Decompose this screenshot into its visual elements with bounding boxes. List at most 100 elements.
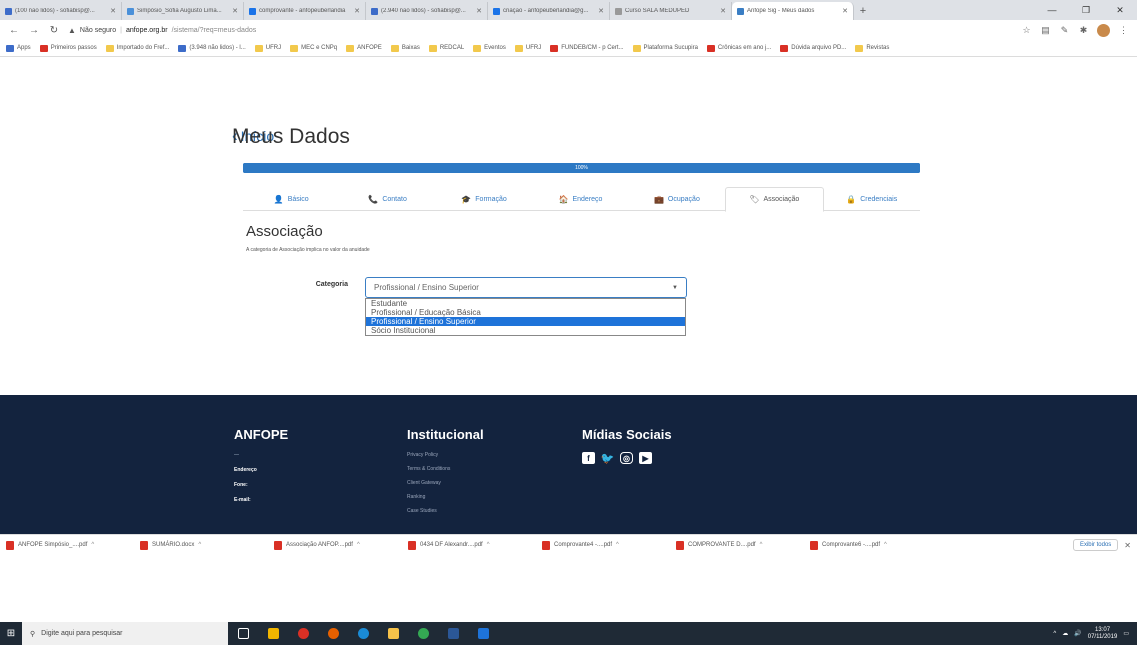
- tab-credenciais[interactable]: 🔒 Credenciais: [824, 187, 920, 211]
- star-icon[interactable]: ☆: [1021, 25, 1032, 36]
- bookmark-item[interactable]: Revistas: [855, 44, 889, 52]
- instagram-icon[interactable]: ◎: [620, 452, 633, 464]
- chevron-up-icon[interactable]: ^: [91, 542, 94, 548]
- forward-icon[interactable]: →: [28, 25, 40, 36]
- new-tab-button[interactable]: +: [854, 2, 872, 20]
- category-option[interactable]: Profissional / Ensino Superior: [366, 317, 685, 326]
- browser-tab[interactable]: Curso SALA MEDUPED ✕: [610, 2, 732, 20]
- download-item[interactable]: 0434 DF Alexandr....pdf ^: [408, 540, 536, 550]
- footer-link-terms[interactable]: Terms & Conditions: [407, 466, 484, 480]
- menu-icon[interactable]: ⋮: [1118, 25, 1129, 36]
- bookmark-item[interactable]: Crônicas em ano j...: [706, 44, 771, 52]
- tab-basico[interactable]: 👤 Básico: [243, 187, 339, 211]
- chevron-up-icon[interactable]: ^: [884, 542, 887, 548]
- edge-icon[interactable]: [348, 622, 378, 645]
- browser-tab[interactable]: Anfope Sig - Meus dados ✕: [732, 2, 854, 20]
- bookmark-item[interactable]: ANFOPE: [346, 44, 382, 52]
- network-icon[interactable]: ☁: [1062, 630, 1068, 637]
- browser-tab[interactable]: comprovante - anfopeuberlandia ✕: [244, 2, 366, 20]
- clock[interactable]: 13:07 07/11/2019: [1088, 627, 1118, 641]
- bookmark-item[interactable]: MEC e CNPq: [290, 44, 337, 52]
- browser-tab[interactable]: (2.940 não lidos) - sofiabisp@... ✕: [366, 2, 488, 20]
- firefox-icon[interactable]: [318, 622, 348, 645]
- download-item[interactable]: Comprovante4 -....pdf ^: [542, 540, 670, 550]
- chevron-up-icon[interactable]: ^: [198, 542, 201, 548]
- reload-icon[interactable]: ↻: [48, 25, 60, 36]
- tab-close-icon[interactable]: ✕: [720, 7, 726, 15]
- maximize-button[interactable]: ❐: [1069, 0, 1103, 20]
- task-view-icon[interactable]: [228, 622, 258, 645]
- twitter-icon[interactable]: 🐦: [601, 452, 615, 465]
- close-downloads-icon[interactable]: ✕: [1124, 541, 1131, 550]
- bookmark-item[interactable]: Plataforma Sucupira: [632, 44, 698, 52]
- show-all-downloads-button[interactable]: Exibir todos: [1072, 539, 1119, 551]
- download-item[interactable]: COMPROVANTE D....pdf ^: [676, 540, 804, 550]
- notifications-icon[interactable]: ▭: [1123, 630, 1129, 637]
- tab-endereco[interactable]: 🏠 Endereço: [532, 187, 628, 211]
- chrome-icon[interactable]: [288, 622, 318, 645]
- download-item[interactable]: ANFOPE Simpósio_....pdf ^: [6, 540, 134, 550]
- tab-contato[interactable]: 📞 Contato: [339, 187, 435, 211]
- extension-icon[interactable]: ▤: [1040, 25, 1051, 36]
- bookmark-item[interactable]: UFRJ: [254, 44, 281, 52]
- tab-ocupacao[interactable]: 💼 Ocupação: [629, 187, 725, 211]
- tab-close-icon[interactable]: ✕: [232, 7, 238, 15]
- windows-start-icon[interactable]: ⊞: [0, 622, 22, 645]
- category-option[interactable]: Profissional / Educação Básica: [366, 308, 685, 317]
- tab-close-icon[interactable]: ✕: [842, 7, 848, 15]
- bookmark-item[interactable]: FUNDEB/CM - p Cert...: [550, 44, 624, 52]
- bookmark-label: Apps: [17, 45, 31, 51]
- footer-link-case-studies[interactable]: Case Studies: [407, 508, 484, 522]
- bookmark-item[interactable]: Primeiros passos: [39, 44, 97, 52]
- footer-link-ranking[interactable]: Ranking: [407, 494, 484, 508]
- bookmark-item[interactable]: Baixas: [390, 44, 420, 52]
- close-window-button[interactable]: ✕: [1103, 0, 1137, 20]
- browser-tab[interactable]: (100 não lidos) - sofiabisp@... ✕: [0, 2, 122, 20]
- bookmark-item[interactable]: Apps: [6, 44, 31, 52]
- tab-close-icon[interactable]: ✕: [354, 7, 360, 15]
- bookmark-item[interactable]: Dúvida arquivo PD...: [780, 44, 846, 52]
- back-icon[interactable]: ←: [8, 25, 20, 36]
- pen-icon[interactable]: ✎: [1059, 25, 1070, 36]
- volume-icon[interactable]: 🔊: [1074, 630, 1081, 637]
- bookmark-item[interactable]: Eventos: [473, 44, 506, 52]
- taskbar-app-icon[interactable]: [258, 622, 288, 645]
- tab-close-icon[interactable]: ✕: [598, 7, 604, 15]
- file-icon: [140, 540, 148, 550]
- youtube-icon[interactable]: ▶: [639, 452, 652, 464]
- minimize-button[interactable]: —: [1035, 0, 1069, 20]
- chevron-up-icon[interactable]: ^: [616, 542, 619, 548]
- bookmark-item[interactable]: UFRJ: [514, 44, 541, 52]
- tab-associacao[interactable]: 🏷 Associação: [725, 187, 824, 212]
- bookmark-item[interactable]: Importado do Fref...: [105, 44, 169, 52]
- taskbar-app-icon-2[interactable]: [408, 622, 438, 645]
- tab-close-icon[interactable]: ✕: [110, 7, 116, 15]
- footer-link-privacy[interactable]: Privacy Policy: [407, 452, 484, 466]
- download-item[interactable]: SUMÁRIO.docx ^: [140, 540, 268, 550]
- word-icon[interactable]: [438, 622, 468, 645]
- tab-list: (100 não lidos) - sofiabisp@... ✕ Simpósio…: [0, 0, 854, 20]
- tab-formacao[interactable]: 🎓 Formação: [436, 187, 532, 211]
- facebook-icon[interactable]: f: [582, 452, 595, 464]
- tray-chevron-icon[interactable]: ^: [1053, 631, 1056, 637]
- browser-tab[interactable]: Simpósio_Sofia Augusto Lima... ✕: [122, 2, 244, 20]
- chevron-up-icon[interactable]: ^: [760, 542, 763, 548]
- footer-link-client-gateway[interactable]: Client Gateway: [407, 480, 484, 494]
- puzzle-icon[interactable]: ✱: [1078, 25, 1089, 36]
- profile-avatar[interactable]: [1097, 23, 1110, 37]
- file-explorer-icon[interactable]: [378, 622, 408, 645]
- category-option[interactable]: Sócio Institucional: [366, 326, 685, 335]
- browser-tab[interactable]: criação - anfopeuberlandia@g... ✕: [488, 2, 610, 20]
- taskbar-search-input[interactable]: ⚲ Digite aqui para pesquisar: [22, 622, 228, 645]
- category-option[interactable]: Estudante: [366, 299, 685, 308]
- chevron-up-icon[interactable]: ^: [357, 542, 360, 548]
- taskbar-app-icon-3[interactable]: [468, 622, 498, 645]
- category-select[interactable]: Profissional / Ensino Superior ▼: [365, 277, 687, 298]
- bookmark-item[interactable]: (3.948 não lidos) - l...: [178, 44, 246, 52]
- bookmark-item[interactable]: REDCAL: [428, 44, 464, 52]
- download-item[interactable]: Associação ANFOP....pdf ^: [274, 540, 402, 550]
- download-item[interactable]: Comprovante6 -....pdf ^: [810, 540, 938, 550]
- url-field[interactable]: ▲ Não seguro | anfope.org.br/sistema/?re…: [68, 23, 1013, 38]
- chevron-up-icon[interactable]: ^: [487, 542, 490, 548]
- tab-close-icon[interactable]: ✕: [476, 7, 482, 15]
